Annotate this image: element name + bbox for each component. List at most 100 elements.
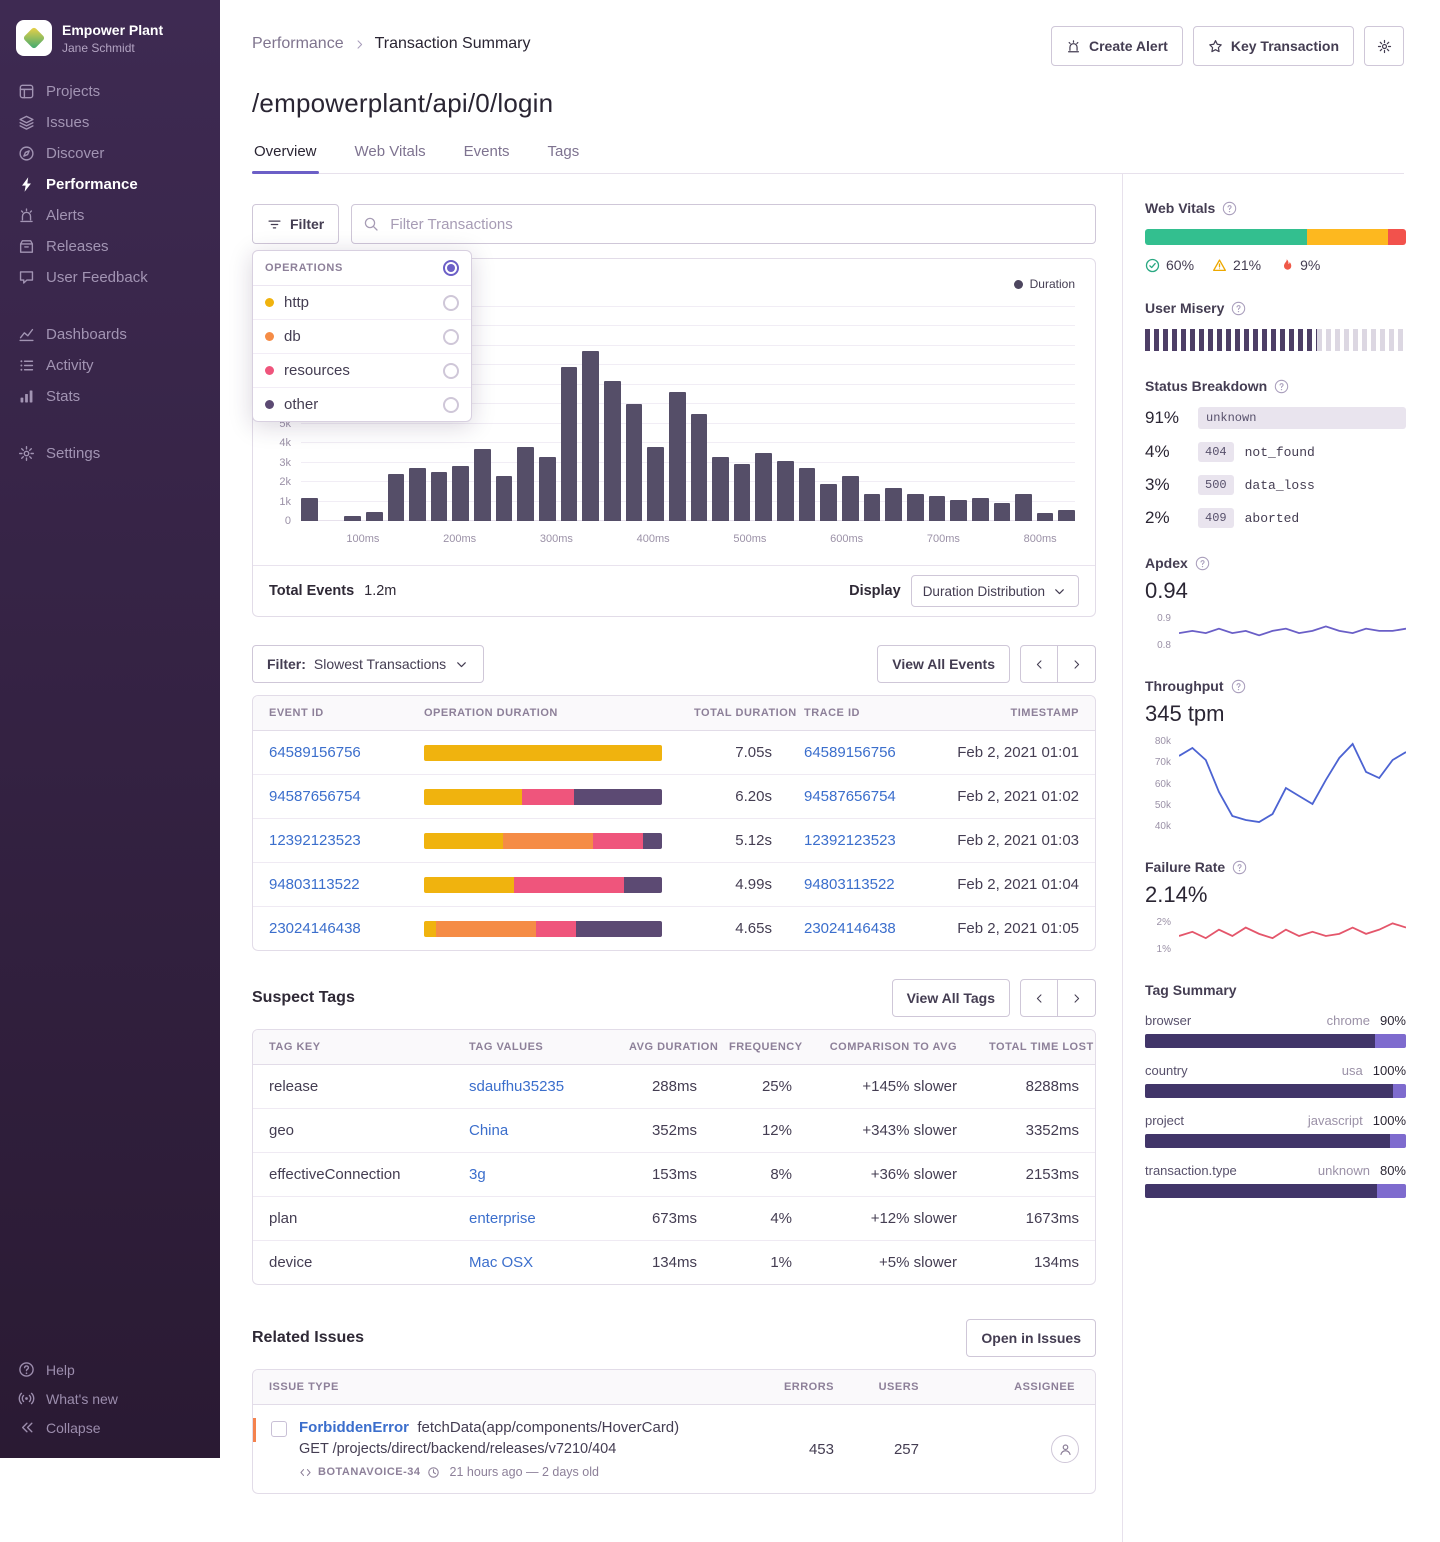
operations-all-radio[interactable] <box>443 260 459 276</box>
question-icon[interactable] <box>1195 556 1210 571</box>
operation-radio[interactable] <box>443 363 459 379</box>
tag-value-link[interactable]: sdaufhu35235 <box>469 1078 564 1095</box>
histogram-bar[interactable] <box>301 498 318 521</box>
operation-radio[interactable] <box>443 397 459 413</box>
tab-overview[interactable]: Overview <box>252 143 319 173</box>
display-select[interactable]: Duration Distribution <box>911 575 1079 607</box>
org-switcher[interactable]: Empower Plant Jane Schmidt <box>0 14 220 76</box>
histogram-bar[interactable] <box>777 461 794 521</box>
histogram-bar[interactable] <box>842 476 859 521</box>
histogram-bar[interactable] <box>712 457 729 521</box>
trace-id-link[interactable]: 23024146438 <box>804 920 896 937</box>
histogram-bar[interactable] <box>691 414 708 521</box>
sidebar-item-settings[interactable]: Settings <box>0 438 220 469</box>
assignee-button[interactable] <box>1051 1435 1079 1463</box>
tab-web-vitals[interactable]: Web Vitals <box>353 143 428 173</box>
histogram-bar[interactable] <box>517 447 534 521</box>
tags-prev-button[interactable] <box>1020 979 1058 1017</box>
events-filter-select[interactable]: Filter: Slowest Transactions <box>252 645 484 683</box>
sidebar-item-dashboards[interactable]: Dashboards <box>0 319 220 350</box>
question-icon[interactable] <box>1231 679 1246 694</box>
histogram-bar[interactable] <box>755 453 772 521</box>
sidebar-item-discover[interactable]: Discover <box>0 138 220 169</box>
histogram-bar[interactable] <box>1037 513 1054 521</box>
histogram-bar[interactable] <box>950 500 967 521</box>
key-transaction-button[interactable]: Key Transaction <box>1193 26 1354 66</box>
sidebar-item-issues[interactable]: Issues <box>0 107 220 138</box>
tag-value-link[interactable]: 3g <box>469 1166 486 1183</box>
histogram-bar[interactable] <box>539 457 556 521</box>
histogram-bar[interactable] <box>452 466 469 521</box>
search-input[interactable] <box>351 204 1096 244</box>
histogram-bar[interactable] <box>864 494 881 521</box>
sidebar-item-releases[interactable]: Releases <box>0 231 220 262</box>
tab-tags[interactable]: Tags <box>546 143 582 173</box>
histogram-bar[interactable] <box>409 468 426 521</box>
operations-option-other[interactable]: other <box>253 387 471 421</box>
question-icon[interactable] <box>1222 201 1237 216</box>
sidebar-item-user-feedback[interactable]: User Feedback <box>0 262 220 293</box>
operations-option-resources[interactable]: resources <box>253 353 471 387</box>
event-id-link[interactable]: 94587656754 <box>269 788 361 805</box>
histogram-bar[interactable] <box>929 496 946 521</box>
tag-value-link[interactable]: Mac OSX <box>469 1254 533 1271</box>
tag-value-link[interactable]: China <box>469 1122 508 1139</box>
histogram-bar[interactable] <box>582 351 599 521</box>
event-id-link[interactable]: 94803113522 <box>269 876 360 893</box>
sidebar-item-collapse[interactable]: Collapse <box>0 1413 220 1442</box>
histogram-bar[interactable] <box>647 447 664 521</box>
sidebar-item-projects[interactable]: Projects <box>0 76 220 107</box>
events-prev-button[interactable] <box>1020 645 1058 683</box>
histogram-bar[interactable] <box>1058 510 1075 521</box>
histogram-bar[interactable] <box>734 464 751 521</box>
view-all-tags-button[interactable]: View All Tags <box>892 979 1010 1017</box>
settings-button[interactable] <box>1364 26 1404 66</box>
histogram-bar[interactable] <box>626 404 643 521</box>
issue-type-link[interactable]: ForbiddenError <box>299 1419 409 1436</box>
histogram-bar[interactable] <box>799 468 816 521</box>
histogram-bar[interactable] <box>1015 494 1032 521</box>
histogram-bar[interactable] <box>561 367 578 521</box>
operation-radio[interactable] <box>443 295 459 311</box>
tag-value-link[interactable]: enterprise <box>469 1210 536 1227</box>
trace-id-link[interactable]: 94803113522 <box>804 876 895 893</box>
histogram-bar[interactable] <box>344 516 361 521</box>
chart-legend[interactable]: Duration <box>1014 277 1075 291</box>
histogram-bar[interactable] <box>885 488 902 521</box>
histogram-bar[interactable] <box>972 498 989 521</box>
trace-id-link[interactable]: 64589156756 <box>804 744 896 761</box>
filter-button[interactable]: Filter <box>252 204 339 244</box>
view-all-events-button[interactable]: View All Events <box>877 645 1010 683</box>
operations-option-db[interactable]: db <box>253 319 471 353</box>
sidebar-item-alerts[interactable]: Alerts <box>0 200 220 231</box>
event-id-link[interactable]: 23024146438 <box>269 920 361 937</box>
sidebar-item-stats[interactable]: Stats <box>0 381 220 412</box>
histogram-bar[interactable] <box>431 472 448 521</box>
event-id-link[interactable]: 12392123523 <box>269 832 361 849</box>
open-in-issues-button[interactable]: Open in Issues <box>966 1319 1096 1357</box>
issue-checkbox[interactable] <box>271 1421 287 1437</box>
histogram-bar[interactable] <box>388 474 405 521</box>
sidebar-item-help[interactable]: Help <box>0 1355 220 1384</box>
histogram-bar[interactable] <box>907 494 924 521</box>
operation-radio[interactable] <box>443 329 459 345</box>
question-icon[interactable] <box>1231 301 1246 316</box>
histogram-bar[interactable] <box>604 381 621 521</box>
sidebar-item-activity[interactable]: Activity <box>0 350 220 381</box>
event-id-link[interactable]: 64589156756 <box>269 744 361 761</box>
question-icon[interactable] <box>1232 860 1247 875</box>
histogram-bar[interactable] <box>366 512 383 521</box>
operations-option-http[interactable]: http <box>253 286 471 319</box>
histogram-bar[interactable] <box>994 503 1011 521</box>
breadcrumb-performance-link[interactable]: Performance <box>252 35 344 53</box>
create-alert-button[interactable]: Create Alert <box>1051 26 1183 66</box>
trace-id-link[interactable]: 12392123523 <box>804 832 896 849</box>
histogram-bar[interactable] <box>669 392 686 521</box>
histogram-bar[interactable] <box>474 449 491 521</box>
question-icon[interactable] <box>1274 379 1289 394</box>
sidebar-item-performance[interactable]: Performance <box>0 169 220 200</box>
tab-events[interactable]: Events <box>462 143 512 173</box>
histogram-bar[interactable] <box>496 476 513 521</box>
sidebar-item-what-s-new[interactable]: What's new <box>0 1384 220 1413</box>
tags-next-button[interactable] <box>1058 979 1096 1017</box>
